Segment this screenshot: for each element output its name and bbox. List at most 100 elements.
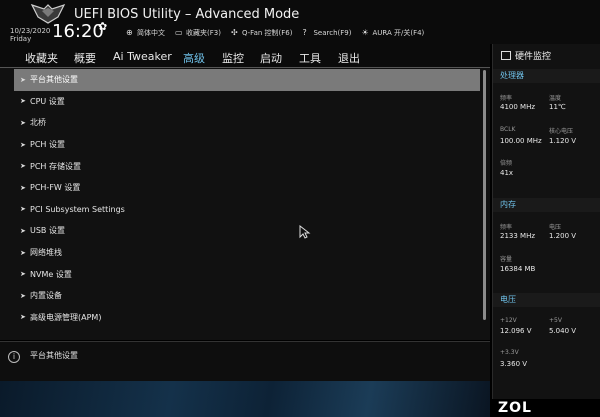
fan-icon: ✣	[230, 28, 238, 37]
tab-boot[interactable]: 启动	[260, 50, 282, 66]
tab-favorites[interactable]: 收藏夹	[25, 50, 58, 66]
menu-item-nvme[interactable]: ➤ NVMe 设置	[14, 263, 480, 285]
v12-label: +12V	[500, 317, 517, 324]
date-display: 10/23/2020 Friday	[10, 27, 50, 43]
favorites-label: 收藏夹(F3)	[186, 29, 221, 37]
menu-item-usb[interactable]: ➤ USB 设置	[14, 220, 480, 242]
scrollbar[interactable]	[483, 70, 486, 320]
tab-tool[interactable]: 工具	[299, 50, 321, 66]
watermark-logo: ZOL	[498, 400, 532, 416]
menu-item-label: 高级电源管理(APM)	[30, 312, 102, 322]
v5-label: +5V	[549, 317, 562, 324]
tab-ai-tweaker[interactable]: Ai Tweaker	[113, 50, 172, 63]
arrow-right-icon: ➤	[20, 183, 26, 192]
mem-freq-label: 频率	[500, 224, 513, 231]
menu-item-label: 平台其他设置	[30, 75, 78, 85]
menu-item-label: PCI Subsystem Settings	[30, 204, 125, 214]
menu-item-label: PCH 设置	[30, 140, 65, 150]
hardware-monitor-panel: 硬件监控 处理器 频率 温度 4100 MHz 11℃ BCLK 核心电压 10…	[492, 44, 600, 399]
advanced-menu-panel: ➤ 平台其他设置 ➤ CPU 设置 ➤ 北桥 ➤ PCH 设置 ➤ PCH 存储设置 ➤ P…	[0, 68, 490, 340]
gear-icon[interactable]: ✿	[98, 20, 107, 33]
bclk-value: 100.00 MHz	[500, 137, 542, 145]
favorites-icon: ▭	[175, 28, 183, 37]
help-panel: i 平台其他设置	[0, 341, 490, 381]
ratio-label: 倍频	[500, 160, 513, 167]
quick-toolbar: ⊕ 简体中文 ▭ 收藏夹(F3) ✣ Q-Fan 控制(F6) ? Search…	[126, 28, 434, 38]
bclk-label: BCLK	[500, 126, 516, 133]
menu-item-onboard-devices[interactable]: ➤ 内置设备	[14, 285, 480, 307]
tab-main[interactable]: 概要	[74, 50, 96, 66]
v12-value: 12.096 V	[500, 327, 532, 335]
tab-exit[interactable]: 退出	[338, 50, 360, 66]
menu-item-label: CPU 设置	[30, 96, 65, 106]
search-label: Search(F9)	[313, 29, 352, 37]
cpu-freq-value: 4100 MHz	[500, 103, 536, 111]
menu-item-label: 网络堆栈	[30, 248, 62, 258]
globe-icon: ⊕	[126, 28, 133, 37]
search-button[interactable]: ? Search(F9)	[302, 28, 351, 38]
cpu-temp-label: 温度	[549, 95, 562, 102]
section-voltage: 电压	[493, 293, 600, 307]
language-button[interactable]: ⊕ 简体中文	[126, 28, 165, 38]
arrow-right-icon: ➤	[20, 162, 26, 171]
menu-item-platform-misc[interactable]: ➤ 平台其他设置	[14, 69, 480, 91]
arrow-right-icon: ➤	[20, 291, 26, 300]
cpu-freq-label: 频率	[500, 95, 513, 102]
help-text: 平台其他设置	[30, 351, 78, 360]
menu-item-pch-storage[interactable]: ➤ PCH 存储设置	[14, 155, 480, 177]
footer-graphic	[0, 381, 490, 417]
menu-item-pci-subsystem[interactable]: ➤ PCI Subsystem Settings	[14, 199, 480, 221]
mouse-cursor-icon	[299, 225, 311, 239]
arrow-right-icon: ➤	[20, 248, 26, 257]
mem-capacity-value: 16384 MB	[500, 265, 536, 273]
menu-item-northbridge[interactable]: ➤ 北桥	[14, 112, 480, 134]
arrow-right-icon: ➤	[20, 270, 26, 279]
top-bar: UEFI BIOS Utility – Advanced Mode 10/23/…	[0, 0, 600, 44]
menu-item-cpu[interactable]: ➤ CPU 设置	[14, 91, 480, 113]
question-icon: ?	[302, 28, 307, 37]
arrow-right-icon: ➤	[20, 313, 26, 322]
menu-item-pch-fw[interactable]: ➤ PCH-FW 设置	[14, 177, 480, 199]
arrow-right-icon: ➤	[20, 118, 26, 127]
core-voltage-value: 1.120 V	[549, 137, 577, 145]
menu-item-label: PCH 存储设置	[30, 161, 81, 171]
menu-item-label: 北桥	[30, 118, 46, 128]
info-icon: i	[8, 351, 20, 363]
tab-advanced[interactable]: 高级	[183, 50, 205, 70]
v5-value: 5.040 V	[549, 327, 577, 335]
aura-label: AURA 开/关(F4)	[372, 29, 425, 37]
aura-button[interactable]: ☀ AURA 开/关(F4)	[361, 28, 424, 38]
menu-item-pch[interactable]: ➤ PCH 设置	[14, 134, 480, 156]
qfan-button[interactable]: ✣ Q-Fan 控制(F6)	[231, 28, 293, 38]
menu-item-label: 内置设备	[30, 291, 62, 301]
weekday-text: Friday	[10, 35, 32, 43]
mem-voltage-label: 电压	[549, 224, 562, 231]
hardware-monitor-label: 硬件监控	[515, 52, 552, 62]
app-title: UEFI BIOS Utility – Advanced Mode	[74, 7, 300, 22]
section-memory: 内存	[493, 198, 600, 212]
arrow-right-icon: ➤	[20, 205, 26, 214]
menu-item-label: NVMe 设置	[30, 269, 72, 279]
menu-item-label: USB 设置	[30, 226, 65, 236]
v33-value: 3.360 V	[500, 360, 528, 368]
arrow-right-icon: ➤	[20, 75, 26, 84]
aura-icon: ☀	[361, 28, 369, 37]
menu-item-apm[interactable]: ➤ 高级电源管理(APM)	[14, 307, 480, 329]
mem-freq-value: 2133 MHz	[500, 232, 536, 240]
menu-item-network-stack[interactable]: ➤ 网络堆栈	[14, 242, 480, 264]
favorites-button[interactable]: ▭ 收藏夹(F3)	[175, 28, 221, 38]
arrow-right-icon: ➤	[20, 226, 26, 235]
mem-voltage-value: 1.200 V	[549, 232, 577, 240]
arrow-right-icon: ➤	[20, 97, 26, 106]
mem-capacity-label: 容量	[500, 256, 513, 263]
section-cpu: 处理器	[493, 69, 600, 83]
arrow-right-icon: ➤	[20, 140, 26, 149]
ratio-value: 41x	[500, 169, 514, 177]
settings-list: ➤ 平台其他设置 ➤ CPU 设置 ➤ 北桥 ➤ PCH 设置 ➤ PCH 存储设置 ➤ P…	[14, 69, 480, 328]
monitor-icon	[501, 51, 511, 60]
qfan-label: Q-Fan 控制(F6)	[241, 29, 293, 37]
v33-label: +3.3V	[500, 349, 519, 356]
tab-monitor[interactable]: 监控	[222, 50, 244, 66]
hardware-monitor-title: 硬件监控	[501, 49, 551, 62]
core-voltage-label: 核心电压	[549, 128, 574, 135]
